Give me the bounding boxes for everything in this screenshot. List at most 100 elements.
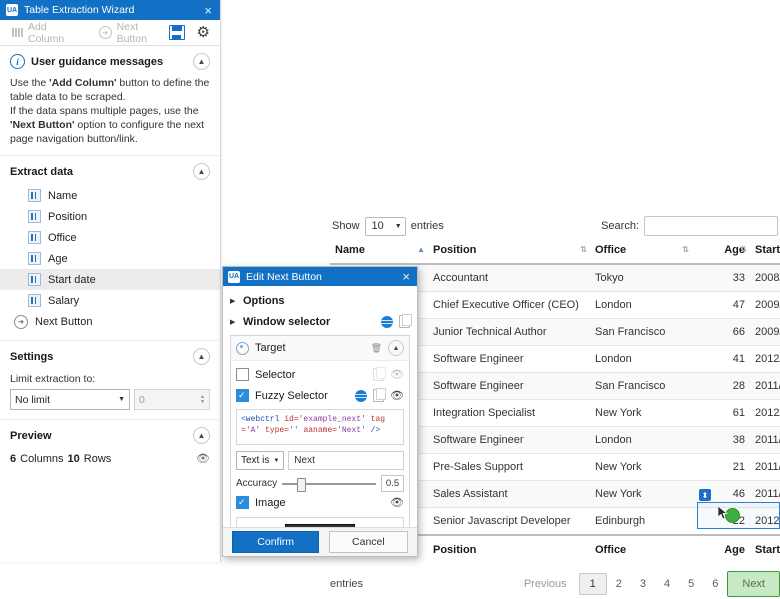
table-extraction-wizard-panel: UA Table Extraction Wizard × Add Column … <box>0 0 221 562</box>
column-icon <box>28 231 41 244</box>
fuzzy-selector-code[interactable]: <webctrl id='example_next' tag='A' type=… <box>236 409 404 445</box>
next-button-toolbar-button[interactable]: ➜ Next Button <box>93 19 157 47</box>
accuracy-slider-thumb[interactable] <box>297 477 307 492</box>
settings-button[interactable]: ⚙ <box>193 24 214 41</box>
cell-age: 41 <box>692 345 750 373</box>
sidebar-item-label: Start date <box>48 273 96 286</box>
preview-section: Preview ▲ 6 Columns 10 Rows 👁 <box>0 420 220 474</box>
limit-count-stepper[interactable]: 0 ▲ ▼ <box>134 389 210 410</box>
sidebar-item-office[interactable]: Office <box>10 227 210 248</box>
image-checkbox[interactable] <box>236 496 249 509</box>
header-start-date[interactable]: Start date ⇅ <box>750 237 780 265</box>
sidebar-item-start-date[interactable]: Start date <box>0 269 220 290</box>
cell-position: Software Engineer <box>428 345 590 373</box>
globe-icon[interactable] <box>381 315 393 328</box>
cell-age: 38 <box>692 426 750 454</box>
preview-summary: 6 Columns 10 Rows 👁 <box>10 452 210 466</box>
header-age[interactable]: Age ⇅ <box>692 237 750 265</box>
column-icon <box>28 273 41 286</box>
accuracy-slider[interactable] <box>282 477 376 492</box>
accuracy-value[interactable]: 0.5 <box>381 475 404 492</box>
pagination-page-2[interactable]: 2 <box>607 574 631 594</box>
cell-position: Accountant <box>428 264 590 292</box>
sidebar-item-label: Name <box>48 189 78 202</box>
cell-start-date: 2011/06/07 <box>750 372 780 400</box>
guidance-line2-pre: If the data spans multiple pages, use th… <box>10 105 199 117</box>
sidebar-item-next-button[interactable]: ➜ Next Button <box>10 311 210 331</box>
sidebar-item-position[interactable]: Position <box>10 206 210 227</box>
footer-position[interactable]: Position <box>428 534 590 563</box>
confirm-button[interactable]: Confirm <box>232 531 320 553</box>
next-button-icon: ➜ <box>14 315 28 329</box>
save-button[interactable] <box>165 24 189 41</box>
column-icon <box>28 210 41 223</box>
window-selector-expander[interactable]: ▶ Window selector <box>230 311 412 332</box>
header-office-label: Office <box>595 244 627 256</box>
column-icon <box>28 294 41 307</box>
copy-icon[interactable] <box>373 388 387 402</box>
text-match-mode-select[interactable]: Text is ▼ <box>236 451 285 470</box>
sidebar-item-label: Position <box>48 210 88 223</box>
selector-checkbox[interactable] <box>236 368 249 381</box>
copy-icon[interactable] <box>373 367 387 381</box>
limit-extraction-value: No limit <box>15 393 51 406</box>
cell-age: 21 <box>692 453 750 481</box>
search-control: Search: <box>601 216 778 236</box>
pagination-page-3[interactable]: 3 <box>631 574 655 594</box>
sidebar-item-age[interactable]: Age <box>10 248 210 269</box>
cell-age: 61 <box>692 399 750 427</box>
cancel-button[interactable]: Cancel <box>329 531 408 553</box>
cell-age: 28 <box>692 372 750 400</box>
header-office[interactable]: Office ⇅ <box>590 237 692 265</box>
sort-icon: ⇅ <box>740 245 747 254</box>
extracted-columns-list: Name Position Office Age Start date Salary <box>0 185 220 311</box>
pagination-page-4[interactable]: 4 <box>655 574 679 594</box>
sidebar-item-name[interactable]: Name <box>10 185 210 206</box>
collapse-chevron-up-icon[interactable]: ▲ <box>193 163 210 180</box>
collapse-chevron-up-icon[interactable]: ▲ <box>193 348 210 365</box>
image-preview: Next <box>236 517 404 527</box>
pagination-page-1[interactable]: 1 <box>578 573 607 595</box>
preview-eye-icon[interactable]: 👁 <box>196 452 210 465</box>
search-input[interactable] <box>644 216 778 236</box>
footer-age[interactable]: Age <box>692 534 750 563</box>
guidance-section: i User guidance messages ▲ Use the 'Add … <box>0 46 220 156</box>
options-expander[interactable]: ▶ Options <box>230 291 410 311</box>
copy-icon[interactable] <box>399 314 412 328</box>
dialog-close-icon[interactable]: × <box>402 270 412 283</box>
collapse-chevron-up-icon[interactable]: ▲ <box>193 427 210 444</box>
cell-position: Senior Javascript Developer <box>428 507 590 536</box>
preview-eye-icon[interactable]: 👁 <box>390 497 404 509</box>
pagination-page-5[interactable]: 5 <box>679 574 703 594</box>
column-icon <box>28 189 41 202</box>
footer-start-date[interactable]: Start date <box>750 534 780 563</box>
pagination-previous[interactable]: Previous <box>515 574 579 594</box>
limit-extraction-select[interactable]: No limit ▼ <box>10 389 130 410</box>
footer-office[interactable]: Office <box>590 534 692 563</box>
add-column-label: Add Column <box>28 20 65 45</box>
globe-icon[interactable] <box>355 389 368 402</box>
fuzzy-selector-checkbox[interactable] <box>236 389 249 402</box>
datatable-controls: Show 10 ▼ entries Search: <box>330 215 780 237</box>
collapse-chevron-up-icon[interactable]: ▲ <box>388 340 404 356</box>
preview-eye-icon[interactable]: 👁 <box>390 389 404 402</box>
app-logo-icon: UA <box>6 4 18 16</box>
text-match-value-input[interactable]: Next <box>288 451 404 470</box>
entries-per-page-select[interactable]: 10 ▼ <box>364 216 406 236</box>
header-position[interactable]: Position ⇅ <box>428 237 590 265</box>
code-p9: 'Next' <box>337 426 371 435</box>
add-column-button[interactable]: Add Column <box>6 19 71 47</box>
cell-office: San Francisco <box>590 318 692 346</box>
pagination: Previous 1 2 3 4 5 6 Next <box>515 571 780 597</box>
delete-icon[interactable]: 🗑 <box>371 343 382 354</box>
sidebar-item-salary[interactable]: Salary <box>10 290 210 311</box>
close-icon[interactable]: × <box>204 4 214 17</box>
cell-start-date: 2012/10/13 <box>750 345 780 373</box>
entries-label: entries <box>410 220 444 232</box>
code-p7: '' <box>289 426 304 435</box>
header-name[interactable]: Name ▲ <box>330 237 428 265</box>
collapse-chevron-up-icon[interactable]: ▲ <box>193 53 210 70</box>
preview-eye-icon[interactable]: 👁 <box>390 368 404 381</box>
pagination-next-button[interactable]: Next <box>727 571 780 597</box>
pagination-page-6[interactable]: 6 <box>703 574 727 594</box>
